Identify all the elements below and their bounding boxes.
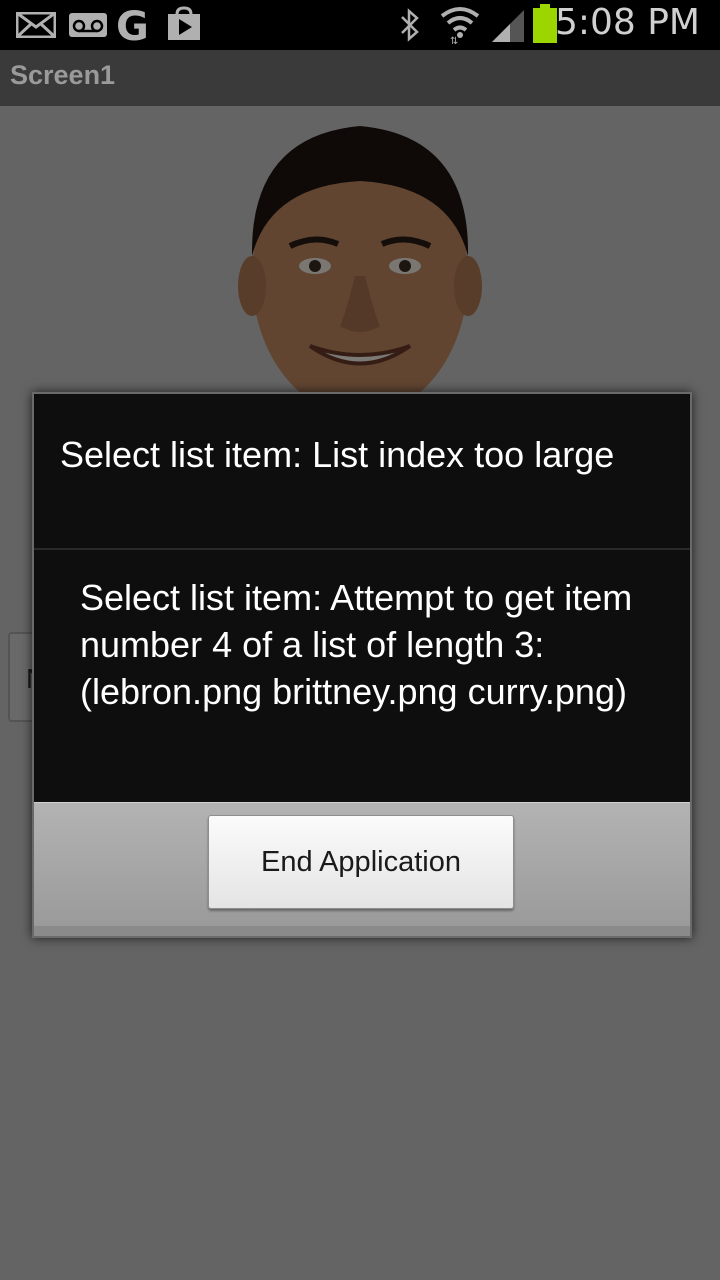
status-time: 5:08 PM [554, 2, 700, 43]
mail-icon [15, 11, 57, 43]
svg-text:⇅: ⇅ [450, 36, 458, 44]
dialog-message: Select list item: Attempt to get item nu… [80, 577, 633, 712]
play-store-icon [166, 6, 202, 47]
dialog-button-bar: End Application [34, 802, 690, 927]
dialog-title: Select list item: List index too large [60, 434, 615, 475]
dialog-footer [34, 926, 690, 936]
wifi-icon: ⇅ [440, 4, 480, 49]
signal-icon [490, 8, 526, 49]
title-bar: Screen1 [0, 50, 720, 106]
google-icon: G [114, 4, 158, 51]
error-dialog: Select list item: List index too large S… [32, 392, 692, 938]
bluetooth-icon [398, 8, 422, 47]
voicemail-icon [68, 12, 108, 43]
status-bar: G ⇅ 5:08 PM [0, 0, 720, 50]
end-application-button[interactable]: End Application [208, 815, 514, 909]
dialog-divider [34, 548, 690, 550]
svg-text:G: G [116, 4, 149, 46]
screen-title: Screen1 [10, 60, 116, 90]
screen: G ⇅ 5:08 PM Screen1 Select list item: Li… [0, 0, 720, 1280]
